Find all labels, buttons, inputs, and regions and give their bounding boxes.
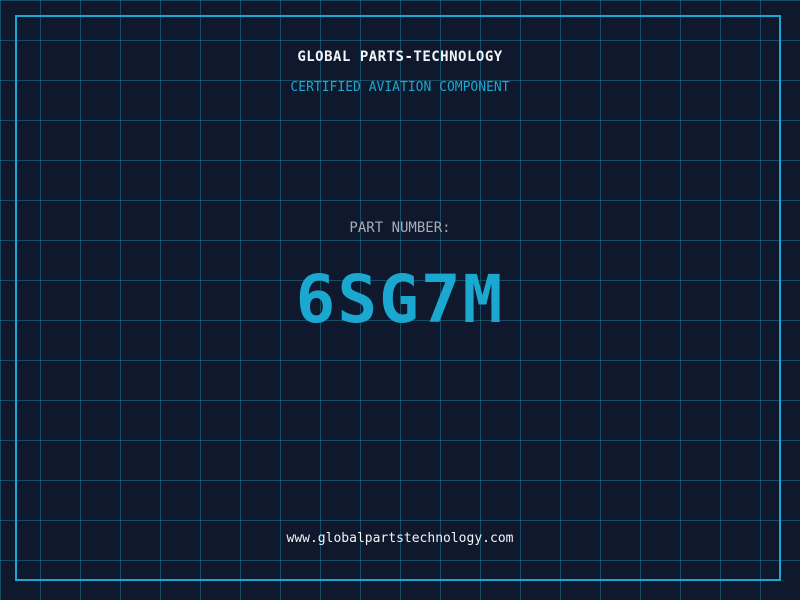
part-number-label: PART NUMBER: bbox=[349, 220, 451, 236]
part-number-value: 6SG7M bbox=[295, 261, 505, 338]
brand-tagline: CERTIFIED AVIATION COMPONENT bbox=[290, 80, 510, 95]
website-url: www.globalpartstechnology.com bbox=[286, 531, 514, 546]
brand-name: GLOBAL PARTS-TECHNOLOGY bbox=[297, 49, 503, 65]
part-label-card: GLOBAL PARTS-TECHNOLOGY CERTIFIED AVIATI… bbox=[0, 0, 800, 600]
